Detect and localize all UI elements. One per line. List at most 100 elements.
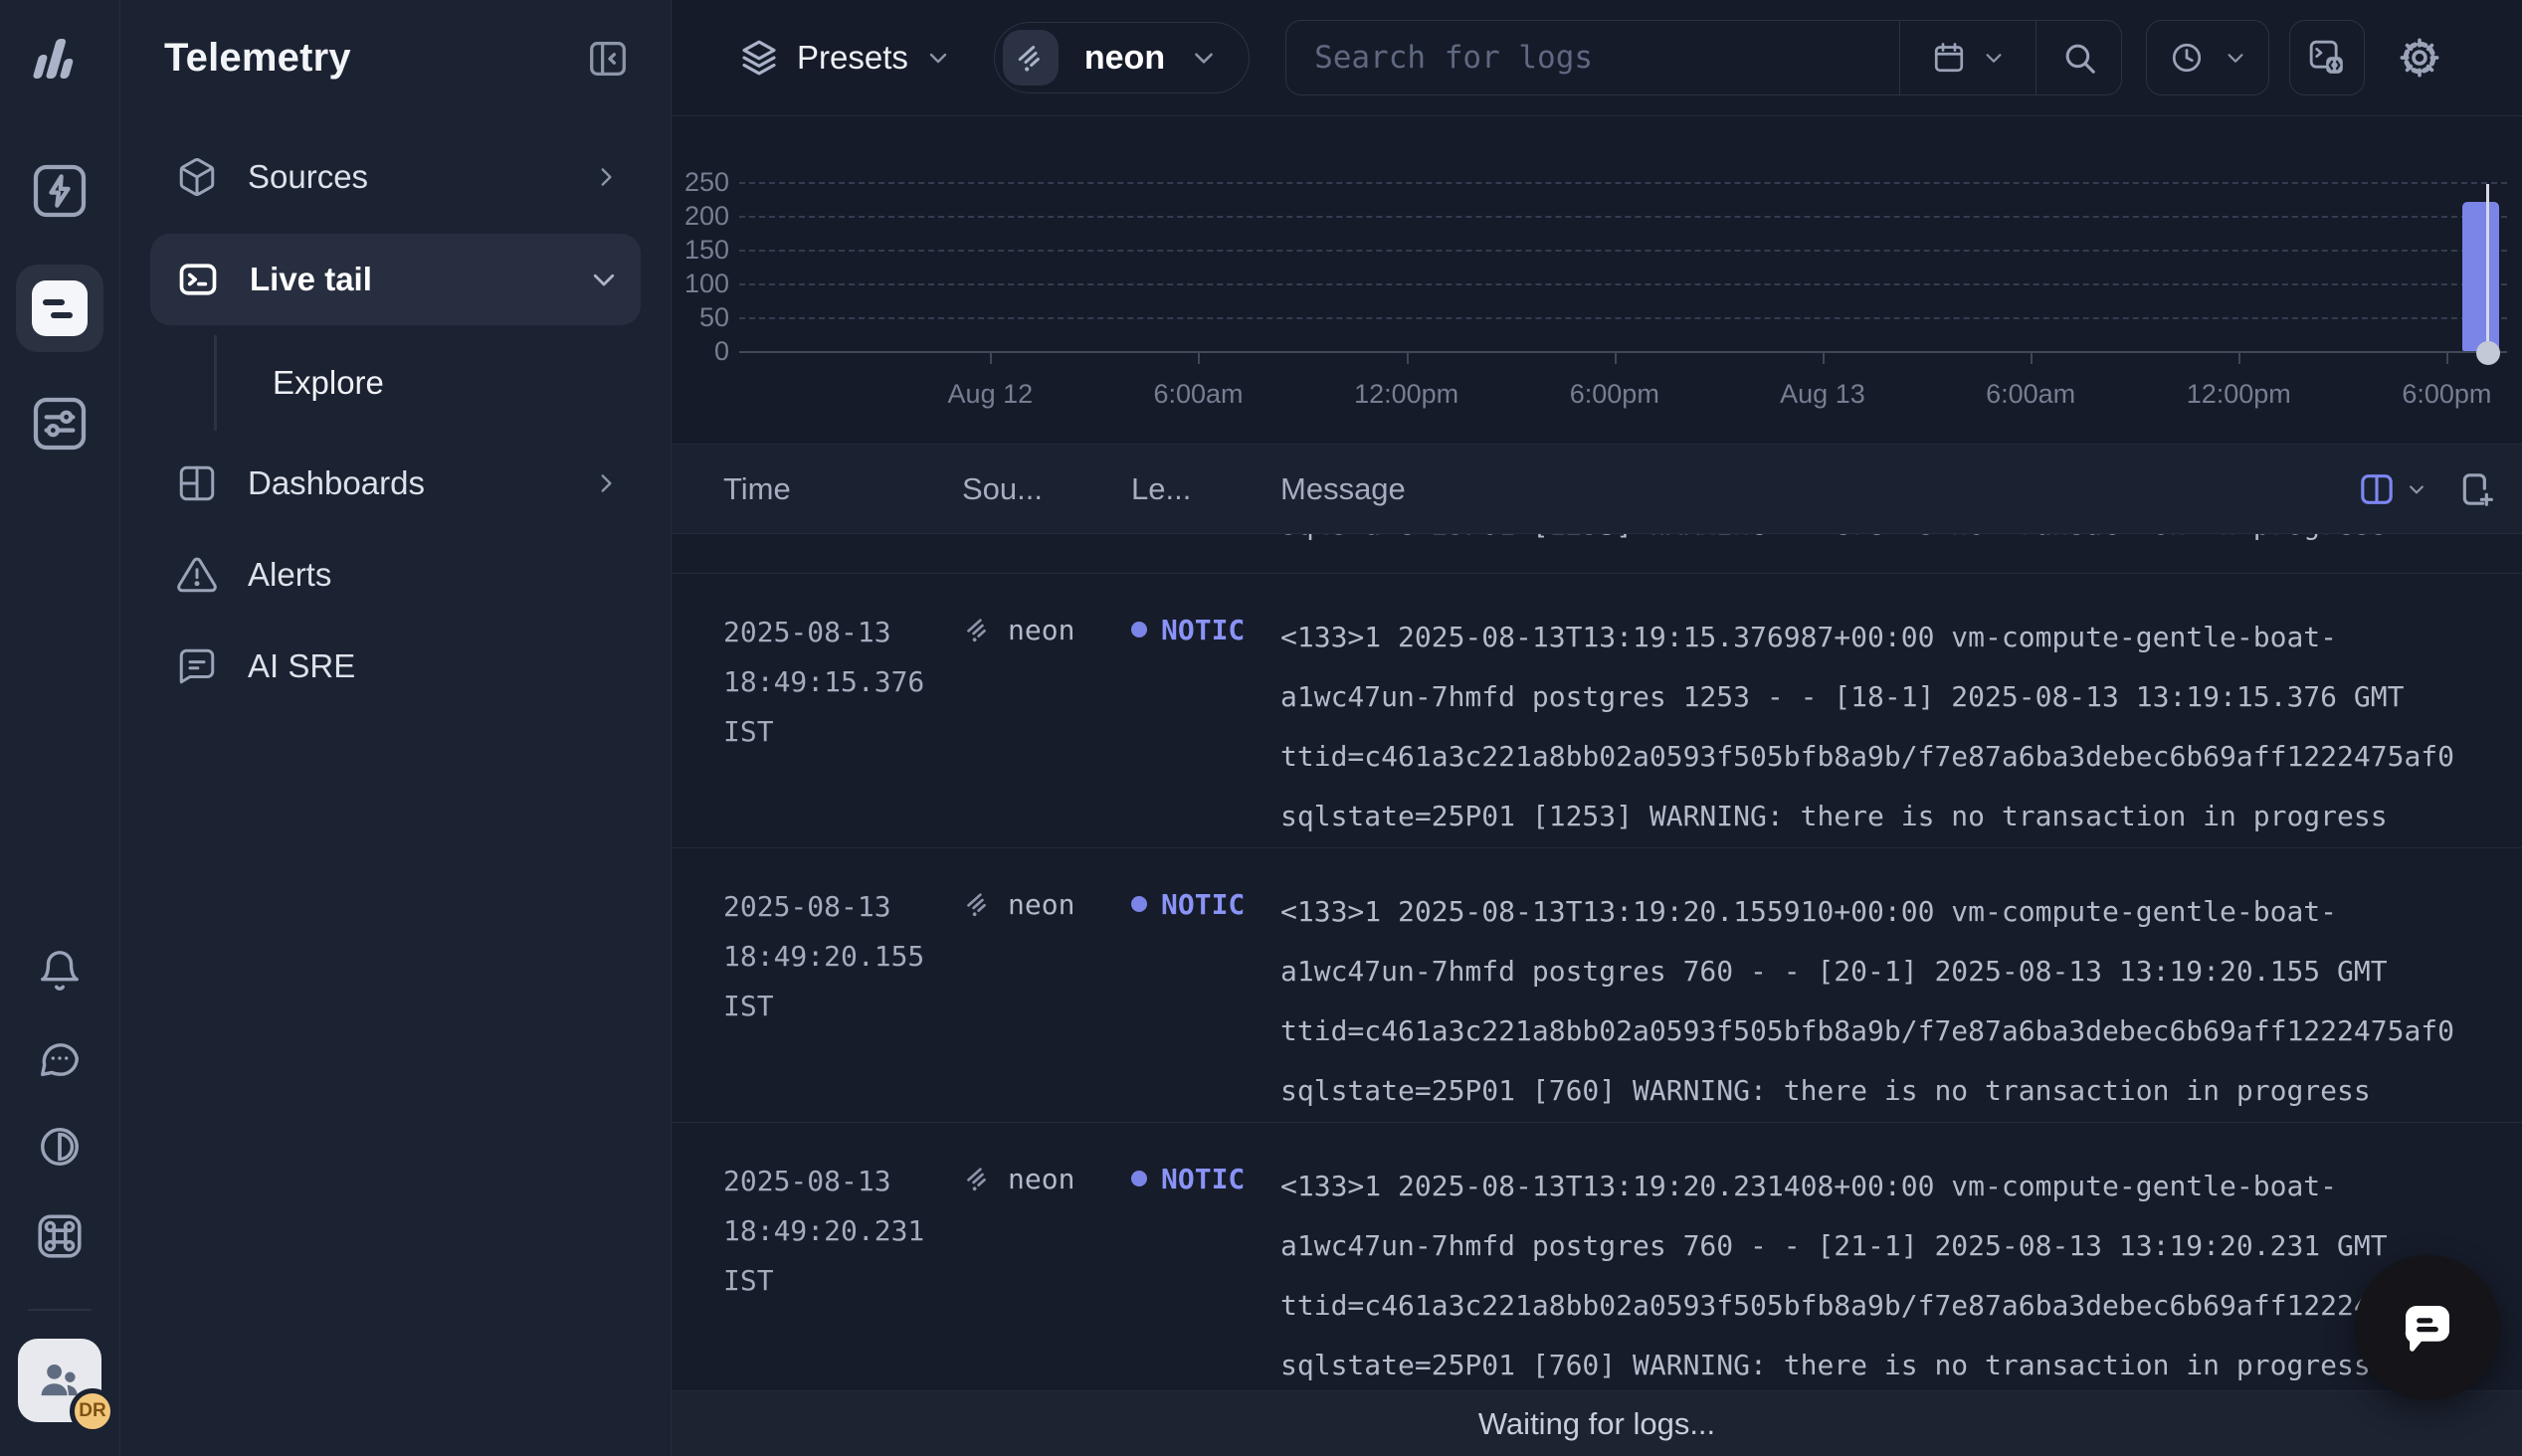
col-header-time: Time — [723, 471, 962, 507]
sidebar-subitem-explore[interactable]: Explore — [214, 335, 641, 431]
status-bar: Waiting for logs... — [672, 1390, 2522, 1456]
sidebar-item-label: Sources — [248, 158, 563, 196]
y-axis-tick-label: 0 — [672, 336, 729, 367]
sidebar-item-alerts[interactable]: Alerts — [150, 540, 641, 610]
icon-rail: DR — [0, 0, 120, 1456]
sidebar-item-label: Dashboards — [248, 464, 563, 502]
cube-icon — [176, 156, 218, 198]
live-cursor-line — [2486, 184, 2489, 355]
y-axis-tick-label: 200 — [672, 201, 729, 232]
terminal-icon — [176, 258, 220, 301]
waiting-status-text: Waiting for logs... — [1478, 1406, 1715, 1442]
level-dot — [1131, 622, 1147, 637]
x-axis-tick — [1198, 351, 1200, 364]
neon-source-icon — [1013, 40, 1049, 76]
rail-divider — [28, 1309, 92, 1311]
gridline — [739, 182, 2507, 184]
query-console-button[interactable] — [2289, 20, 2365, 95]
x-axis-tick-label: 6:00pm — [1570, 379, 1659, 410]
rail-logs-active[interactable] — [16, 265, 103, 352]
gridline — [739, 250, 2507, 252]
settings-gear-icon[interactable] — [2395, 33, 2444, 83]
user-avatar[interactable]: DR — [18, 1339, 101, 1422]
source-filter-value: neon — [1084, 39, 1165, 78]
y-axis-tick-label: 250 — [672, 167, 729, 198]
x-axis-tick-label: 6:00am — [1986, 379, 2075, 410]
log-time: 2025-08-1318:49:15.376IST — [723, 608, 962, 757]
x-axis-tick — [2446, 351, 2448, 364]
source-filter-pill[interactable]: neon — [994, 22, 1250, 93]
x-axis-tick — [990, 351, 992, 364]
log-message: <133>1 2025-08-13T13:19:20.155910+00:00 … — [1280, 882, 2522, 1121]
time-range-button[interactable] — [2146, 20, 2269, 95]
sidebar: Telemetry Sources — [120, 0, 672, 1456]
clipped-log-text: sqlstate=25P01 [1253] WARNING: there is … — [1280, 534, 2388, 541]
chevron-down-icon — [2225, 47, 2246, 69]
sidebar-item-label: Live tail — [250, 261, 559, 298]
log-rows: sqlstate=25P01 [1253] WARNING: there is … — [672, 534, 2522, 1390]
x-axis-tick-label: 6:00pm — [2402, 379, 2491, 410]
chevron-down-icon — [926, 46, 950, 70]
log-message: <133>1 2025-08-13T13:19:20.231408+00:00 … — [1280, 1157, 2522, 1390]
chevron-down-icon — [2407, 479, 2426, 499]
log-time: 2025-08-1318:49:20.231IST — [723, 1157, 962, 1306]
layers-icon — [739, 38, 779, 78]
chevron-down-icon — [1191, 45, 1217, 71]
main-content: Presets neon — [672, 0, 2522, 1456]
neon-source-icon — [962, 614, 994, 645]
feedback-chat-icon[interactable] — [37, 1036, 83, 1082]
chat-bubble-icon — [2395, 1295, 2460, 1361]
x-axis-tick-label: 12:00pm — [1354, 379, 1458, 410]
log-row[interactable]: 2025-08-1318:49:20.231IST neon NOTIC <13… — [672, 1123, 2522, 1390]
presets-button[interactable]: Presets — [739, 38, 950, 78]
search-submit-button[interactable] — [2036, 21, 2121, 94]
sidebar-item-label: Alerts — [248, 556, 619, 594]
notifications-bell-icon[interactable] — [37, 949, 83, 995]
command-menu-icon[interactable] — [35, 1211, 85, 1261]
rail-quickstart-icon[interactable] — [28, 159, 92, 223]
brand-logo[interactable] — [31, 30, 89, 88]
chevron-right-icon — [593, 470, 619, 496]
sidebar-item-sources[interactable]: Sources — [150, 142, 641, 212]
sidebar-item-live-tail[interactable]: Live tail — [150, 234, 641, 325]
columns-icon — [2357, 469, 2397, 509]
log-volume-chart[interactable]: 050100150200250Aug 126:00am12:00pm6:00pm… — [672, 116, 2522, 445]
column-layout-button[interactable] — [2357, 469, 2426, 509]
message-square-icon — [176, 645, 218, 687]
x-axis-tick — [2238, 351, 2240, 364]
terminal-code-icon — [2307, 38, 2347, 78]
sidebar-item-ai-sre[interactable]: AI SRE — [150, 632, 641, 701]
app-window: DR Telemetry Sources — [0, 0, 2522, 1456]
theme-contrast-icon[interactable] — [37, 1124, 83, 1170]
support-chat-button[interactable] — [2355, 1255, 2500, 1400]
sidebar-item-dashboards[interactable]: Dashboards — [150, 449, 641, 518]
log-source: neon — [962, 608, 1131, 651]
level-dot — [1131, 1171, 1147, 1186]
collapse-sidebar-icon[interactable] — [585, 36, 631, 82]
log-level-badge: NOTIC — [1131, 882, 1280, 926]
gridline — [739, 283, 2507, 285]
x-axis-tick — [1823, 351, 1825, 364]
neon-source-icon — [962, 888, 994, 920]
user-initials-badge: DR — [70, 1388, 115, 1434]
calendar-icon — [1931, 40, 1967, 76]
add-column-button[interactable] — [2456, 469, 2496, 509]
x-axis-tick-label: 12:00pm — [2187, 379, 2291, 410]
log-time: 2025-08-1318:49:20.155IST — [723, 882, 962, 1031]
rail-settings-sliders-icon[interactable] — [28, 392, 92, 455]
layout-grid-icon — [176, 462, 218, 504]
level-dot — [1131, 896, 1147, 912]
log-row[interactable]: 2025-08-1318:49:15.376IST neon NOTIC <13… — [672, 574, 2522, 848]
log-table-header: Time Sou... Le... Message — [672, 445, 2522, 534]
clock-icon — [2169, 40, 2205, 76]
gridline — [739, 216, 2507, 218]
chevron-down-icon — [589, 265, 619, 294]
chevron-right-icon — [593, 164, 619, 190]
log-row-clipped[interactable]: sqlstate=25P01 [1253] WARNING: there is … — [672, 534, 2522, 574]
search-input[interactable] — [1286, 21, 1899, 94]
alert-triangle-icon — [176, 554, 218, 596]
date-range-picker[interactable] — [1899, 21, 2036, 94]
log-row[interactable]: 2025-08-1318:49:20.155IST neon NOTIC <13… — [672, 848, 2522, 1123]
topbar: Presets neon — [672, 0, 2522, 116]
log-search-group — [1285, 20, 2122, 95]
